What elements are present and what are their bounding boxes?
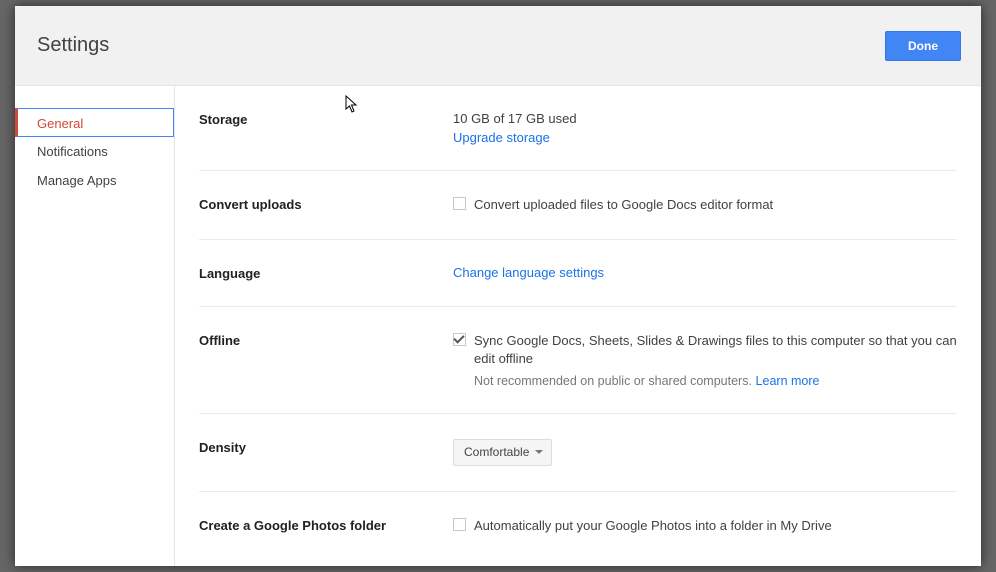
sidebar-item-notifications[interactable]: Notifications [15,137,174,166]
row-convert-uploads: Convert uploads Convert uploaded files t… [199,171,957,240]
dialog-body: General Notifications Manage Apps Storag… [15,86,981,566]
label-language: Language [199,265,453,281]
content-google-photos: Automatically put your Google Photos int… [453,517,957,535]
sidebar-item-general[interactable]: General [15,108,174,137]
label-convert-uploads: Convert uploads [199,196,453,214]
row-density: Density Comfortable [199,414,957,492]
offline-sync-text: Sync Google Docs, Sheets, Slides & Drawi… [474,332,957,368]
density-dropdown[interactable]: Comfortable [453,439,552,466]
label-density: Density [199,439,453,466]
content-density: Comfortable [453,439,957,466]
label-google-photos: Create a Google Photos folder [199,517,453,535]
convert-uploads-checkbox[interactable] [453,197,466,210]
offline-sync-checkbox[interactable] [453,333,466,346]
offline-learn-more-link[interactable]: Learn more [756,374,820,388]
change-language-link[interactable]: Change language settings [453,265,604,280]
label-offline: Offline [199,332,453,387]
storage-usage-text: 10 GB of 17 GB used [453,111,957,126]
row-google-photos: Create a Google Photos folder Automatica… [199,492,957,560]
dialog-title: Settings [37,34,109,57]
done-button[interactable]: Done [885,31,961,61]
caret-down-icon [535,450,543,454]
row-offline: Offline Sync Google Docs, Sheets, Slides… [199,307,957,413]
content-storage: 10 GB of 17 GB used Upgrade storage [453,111,957,145]
settings-dialog: Settings Done General Notifications Mana… [15,6,981,566]
settings-sidebar: General Notifications Manage Apps [15,86,175,566]
row-language: Language Change language settings [199,240,957,307]
content-convert-uploads: Convert uploaded files to Google Docs ed… [453,196,957,214]
sidebar-item-manage-apps[interactable]: Manage Apps [15,166,174,195]
dialog-header: Settings Done [15,6,981,86]
upgrade-storage-link[interactable]: Upgrade storage [453,130,550,145]
google-photos-checkbox[interactable] [453,518,466,531]
density-value: Comfortable [464,445,529,459]
convert-uploads-text: Convert uploaded files to Google Docs ed… [474,196,773,214]
label-storage: Storage [199,111,453,145]
content-language: Change language settings [453,265,957,281]
offline-note-text: Not recommended on public or shared comp… [474,374,752,388]
google-photos-text: Automatically put your Google Photos int… [474,517,832,535]
content-offline: Sync Google Docs, Sheets, Slides & Drawi… [453,332,957,387]
settings-content[interactable]: Storage 10 GB of 17 GB used Upgrade stor… [175,86,981,566]
row-storage: Storage 10 GB of 17 GB used Upgrade stor… [199,86,957,171]
